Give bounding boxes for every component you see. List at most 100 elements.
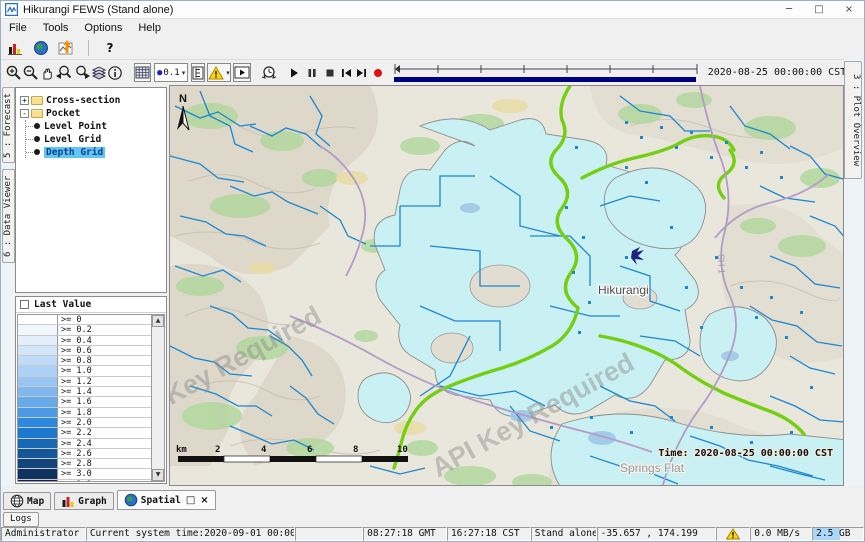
current-time-label: 2020-08-25 00:00:00 CST (708, 67, 846, 78)
movie-icon[interactable] (233, 63, 251, 82)
map-toolbar: ● 0.1 ▾ ▾ (1, 59, 844, 85)
menu-file[interactable]: File (1, 21, 35, 35)
tree-item-label[interactable]: Pocket (46, 108, 80, 119)
tab-graph[interactable]: Graph (54, 492, 114, 510)
legend-swatch (18, 418, 58, 427)
legend-row: >= 0.4 (18, 336, 151, 346)
zoom-previous-icon[interactable] (55, 63, 73, 82)
menu-options[interactable]: Options (76, 21, 130, 35)
chevron-down-icon: ▾ (226, 69, 230, 77)
menu-tools[interactable]: Tools (35, 21, 77, 35)
legend-row: >= 2.4 (18, 439, 151, 449)
close-button[interactable]: × (834, 1, 864, 18)
status-coordinates: -35.657 , 174.199 (597, 527, 717, 541)
tab-spatial[interactable]: Spatial □ × (117, 490, 216, 510)
legend-icon[interactable] (191, 63, 205, 82)
help-icon[interactable]: ? (100, 39, 120, 58)
logs-row: Logs (3, 510, 39, 528)
grid-icon[interactable] (134, 63, 151, 82)
status-memory: 2.5 GB (812, 527, 864, 541)
last-value-option[interactable]: Last Value (16, 297, 166, 313)
tab-forecast[interactable]: 5 : Forecast (2, 87, 15, 163)
toolbar-separator (88, 40, 89, 56)
legend-row: >= 1.2 (18, 377, 151, 387)
step-backward-icon[interactable] (340, 63, 353, 82)
title-bar[interactable]: Hikurangi FEWS (Stand alone) ─ □ × (1, 1, 864, 19)
time-slider[interactable] (392, 62, 700, 83)
legend-panel: Last Value >= 0 >= 0.2 >= 0.4 >= 0.6 >= … (15, 296, 167, 484)
layers-icon[interactable] (91, 63, 107, 82)
tree-item-cross-section[interactable]: + Cross-section (20, 94, 164, 106)
pause-icon[interactable] (306, 63, 318, 82)
spatial-map[interactable]: SH 1 API Key Required API Key Required H… (169, 85, 844, 486)
tab-map[interactable]: Map (3, 492, 51, 510)
info-icon[interactable] (107, 63, 123, 82)
tree-item-level-point[interactable]: Level Point (26, 120, 164, 132)
memory-usage-bar: 2.5 GB (813, 528, 863, 540)
globe-icon[interactable] (31, 39, 51, 58)
legend-row: >= 0.2 (18, 325, 151, 335)
tree-item-label-selected[interactable]: Depth Grid (44, 147, 105, 158)
tree-item-pocket[interactable]: - Pocket (20, 107, 164, 119)
tree-item-label[interactable]: Cross-section (46, 95, 120, 106)
tab-close-icon[interactable]: × (200, 495, 208, 506)
scroll-down-icon[interactable]: ▼ (152, 469, 164, 481)
interval-dropdown[interactable]: ● 0.1 ▾ (154, 63, 188, 82)
logs-button[interactable]: Logs (3, 512, 39, 527)
last-value-checkbox[interactable] (20, 300, 29, 309)
svg-text:2: 2 (215, 445, 220, 455)
minimize-button[interactable]: ─ (774, 1, 804, 18)
tab-data-viewer[interactable]: 6 : Data Viewer (2, 169, 15, 263)
stop-icon[interactable] (324, 63, 336, 82)
legend-swatch (18, 428, 58, 437)
svg-text:6: 6 (307, 445, 312, 455)
road-label: SH 1 (716, 254, 727, 274)
step-forward-icon[interactable] (355, 63, 368, 82)
zoom-next-icon[interactable] (73, 63, 91, 82)
play-icon[interactable] (288, 63, 300, 82)
map-globe-icon (10, 494, 24, 508)
status-warning[interactable] (716, 527, 750, 541)
legend-swatch (18, 387, 58, 396)
last-value-label: Last Value (34, 299, 91, 310)
zoom-in-icon[interactable] (5, 63, 22, 82)
database-icon[interactable] (5, 39, 25, 58)
tab-plot-overview[interactable]: 3 : Plot Overview (844, 61, 862, 179)
legend-swatch (18, 439, 58, 448)
tree-item-label[interactable]: Level Grid (44, 134, 101, 145)
tab-maximize-icon[interactable]: □ (186, 495, 195, 506)
pan-icon[interactable] (39, 63, 55, 82)
app-logo-icon (5, 3, 18, 16)
animation-settings-icon[interactable] (260, 63, 278, 82)
legend-table: >= 0 >= 0.2 >= 0.4 >= 0.6 >= 0.8 >= 1.0 … (17, 314, 165, 482)
timeseries-chart-icon[interactable] (57, 39, 77, 58)
tree-item-level-grid[interactable]: Level Grid (26, 133, 164, 145)
tree-children: Level Point Level Grid Depth Grid (25, 120, 164, 158)
legend-row: >= 1.6 (18, 397, 151, 407)
scroll-up-icon[interactable]: ▲ (152, 315, 164, 327)
time-slider-bar (392, 76, 700, 83)
tree-item-depth-grid[interactable]: Depth Grid (26, 146, 164, 158)
warning-dropdown[interactable]: ▾ (207, 63, 231, 82)
spatial-globe-icon (124, 493, 138, 507)
menu-help[interactable]: Help (130, 21, 169, 35)
tree-item-label[interactable]: Level Point (44, 121, 107, 132)
collapse-icon[interactable]: - (20, 109, 29, 118)
legend-swatch (18, 336, 58, 345)
expand-icon[interactable]: + (20, 96, 29, 105)
record-icon[interactable] (372, 63, 384, 82)
legend-scrollbar[interactable]: ▲ ▼ (151, 315, 164, 481)
window-title: Hikurangi FEWS (Stand alone) (23, 4, 173, 16)
legend-row: >= 0.6 (18, 346, 151, 356)
legend-swatch (18, 325, 58, 334)
menu-bar: File Tools Options Help (1, 19, 864, 37)
status-download-rate: 0.0 MB/s (750, 527, 812, 541)
bullet-icon (34, 149, 40, 155)
svg-text:km: km (176, 445, 187, 455)
maximize-button[interactable]: □ (804, 1, 834, 18)
legend-row: >= 2.6 (18, 449, 151, 459)
status-bar: Administrator Current system time:2020-0… (1, 527, 864, 541)
zoom-out-icon[interactable] (22, 63, 39, 82)
north-label: N (179, 93, 187, 105)
status-user: Administrator (1, 527, 86, 541)
